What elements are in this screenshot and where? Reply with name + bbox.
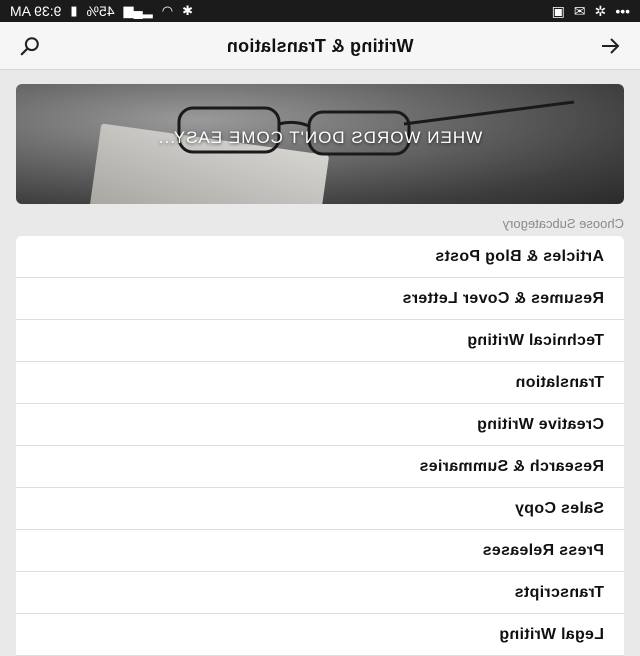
subcategory-heading: Choose Subcategory xyxy=(502,216,624,231)
signal-icon: ▂▄▆ xyxy=(123,3,153,18)
image-icon: ▣ xyxy=(551,2,565,19)
page-title: Writing & Translation xyxy=(226,36,414,56)
fan-icon: ✲ xyxy=(594,2,607,19)
banner-tagline: WHEN WORDS DON'T COME EASY... xyxy=(157,128,483,147)
wifi-icon: ◠ xyxy=(161,3,174,18)
list-item[interactable]: Technical Writing xyxy=(16,320,624,362)
list-item[interactable]: Creative Writing xyxy=(16,404,624,446)
list-item[interactable]: Translation xyxy=(16,362,624,404)
search-button[interactable] xyxy=(14,30,46,62)
subcategory-list: Articles & Blog Posts Resumes & Cover Le… xyxy=(16,236,624,656)
list-item[interactable]: Sales Copy xyxy=(16,488,624,530)
list-item[interactable]: Articles & Blog Posts xyxy=(16,236,624,278)
status-bar: ••• ✲ ✉ ▣ ✱ ◠ ▂▄▆ 45% ▮ 9:39 AM xyxy=(0,0,640,22)
status-time: 9:39 AM xyxy=(10,3,62,19)
list-item[interactable]: Transcripts xyxy=(16,572,624,614)
mail-icon: ✉ xyxy=(573,2,586,19)
list-item[interactable]: Resumes & Cover Letters xyxy=(16,278,624,320)
bluetooth-icon: ✱ xyxy=(182,3,194,18)
battery-percent: 45% xyxy=(86,3,115,19)
screen: ••• ✲ ✉ ▣ ✱ ◠ ▂▄▆ 45% ▮ 9:39 AM Writing … xyxy=(0,0,640,656)
category-banner: WHEN WORDS DON'T COME EASY... xyxy=(16,84,624,204)
list-item[interactable]: Research & Summaries xyxy=(16,446,624,488)
status-icons-left: ••• ✲ ✉ ▣ xyxy=(552,3,630,20)
more-icon: ••• xyxy=(615,3,630,19)
search-icon xyxy=(20,37,39,56)
list-item[interactable]: Press Releases xyxy=(16,530,624,572)
status-icons-right: ✱ ◠ ▂▄▆ 45% ▮ 9:39 AM xyxy=(10,3,193,19)
list-item[interactable]: Legal Writing xyxy=(16,614,624,656)
battery-icon: ▮ xyxy=(70,3,78,18)
app-bar: Writing & Translation xyxy=(0,22,640,70)
